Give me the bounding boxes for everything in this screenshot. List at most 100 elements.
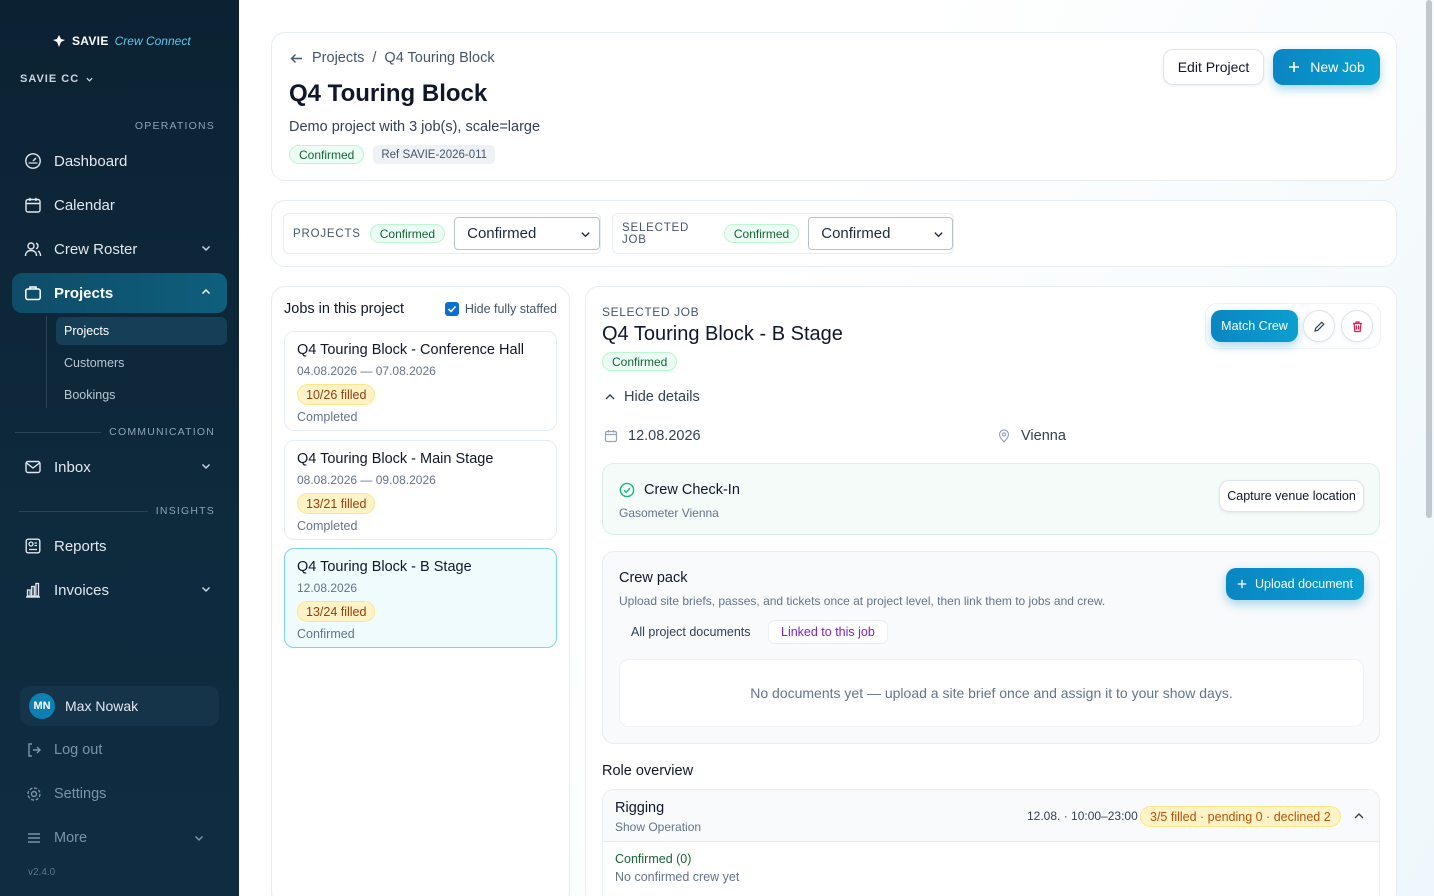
job-dates: 04.08.2026 — 07.08.2026: [297, 364, 436, 378]
filter-bar: PROJECTS Confirmed Confirmed SELECTED JO…: [271, 200, 1397, 267]
breadcrumb-current: Q4 Touring Block: [384, 50, 495, 66]
inbox-icon: [24, 458, 42, 476]
check-circle-icon: [619, 482, 635, 498]
user-menu[interactable]: MN Max Nowak: [20, 686, 219, 726]
new-job-label: New Job: [1310, 59, 1365, 75]
chevron-down-icon: [201, 463, 211, 470]
sidebar-item-projects[interactable]: Projects: [12, 273, 227, 313]
settings-button[interactable]: Settings: [26, 786, 216, 802]
jobs-panel: Jobs in this project Hide fully staffed …: [271, 286, 570, 896]
new-job-button[interactable]: New Job: [1273, 49, 1380, 85]
status-badge: Confirmed: [289, 145, 365, 164]
crew-pack-card: Crew pack Upload site briefs, passes, an…: [602, 551, 1380, 744]
bar-chart-icon: [24, 581, 42, 599]
role-header[interactable]: Rigging Show Operation 12.08. · 10:00–23…: [603, 790, 1379, 842]
sidebar-item-inbox[interactable]: Inbox: [12, 447, 227, 487]
job-title: Q4 Touring Block - Main Stage: [297, 451, 494, 467]
sidebar-item-label: Dashboard: [54, 152, 128, 170]
ref-tag: Ref SAVIE-2026-011: [373, 145, 496, 164]
chevron-down-icon: [201, 245, 211, 252]
project-description: Demo project with 3 job(s), scale=large: [289, 119, 541, 135]
edit-job-button[interactable]: [1303, 310, 1335, 342]
job-dates: 08.08.2026 — 09.08.2026: [297, 473, 436, 487]
chevron-up-icon[interactable]: [1353, 810, 1365, 822]
trash-icon: [1352, 320, 1362, 332]
filter-label: SELECTED JOB: [622, 221, 690, 246]
sidebar-item-reports[interactable]: Reports: [12, 526, 227, 566]
hide-fully-staffed-toggle[interactable]: Hide fully staffed: [444, 302, 557, 316]
section-label: OPERATIONS: [134, 120, 215, 132]
checkin-heading: Crew Check-In: [619, 482, 740, 498]
page-title: Q4 Touring Block: [289, 80, 488, 107]
brand-logo[interactable]: SAVIE Crew Connect: [52, 34, 191, 48]
capture-venue-location-button[interactable]: Capture venue location: [1219, 480, 1364, 512]
calendar-icon: [604, 430, 618, 443]
documents-empty-state: No documents yet — upload a site brief o…: [619, 659, 1364, 727]
job-status-select[interactable]: Confirmed: [808, 217, 953, 250]
section-operations: OPERATIONS: [135, 120, 215, 132]
sidebar-item-calendar[interactable]: Calendar: [12, 185, 227, 225]
tab-linked-to-this-job[interactable]: Linked to this job: [768, 620, 888, 644]
edit-project-button[interactable]: Edit Project: [1163, 49, 1264, 85]
sidebar: SAVIE Crew Connect SAVIE CC OPERATIONS D…: [0, 0, 239, 896]
job-detail-panel: SELECTED JOB Q4 Touring Block - B Stage …: [585, 286, 1397, 896]
role-fill-summary: 3/5 filled · pending 0 · declined 2: [1140, 806, 1341, 827]
submenu-line: [46, 316, 47, 408]
chevron-up-icon: [605, 394, 615, 400]
checkbox[interactable]: [444, 302, 459, 316]
sidebar-item-crew-roster[interactable]: Crew Roster: [12, 229, 227, 269]
status-badge: Confirmed: [602, 352, 678, 371]
role-name: Rigging: [615, 800, 665, 816]
job-status: Confirmed: [297, 627, 355, 641]
sidebar-item-label: Crew Roster: [54, 240, 138, 258]
subitem-projects[interactable]: Projects: [56, 317, 227, 345]
dashboard-icon: [24, 152, 42, 170]
job-card-selected[interactable]: Q4 Touring Block - B Stage 12.08.2026 13…: [284, 548, 557, 648]
plus-icon: [1289, 62, 1300, 72]
job-status: Completed: [297, 519, 358, 533]
match-crew-button[interactable]: Match Crew: [1211, 310, 1298, 342]
check-icon: [447, 305, 456, 313]
subitem-bookings[interactable]: Bookings: [56, 381, 227, 409]
job-card[interactable]: Q4 Touring Block - Main Stage 08.08.2026…: [284, 440, 557, 540]
org-name: SAVIE CC: [20, 73, 80, 85]
job-title: Q4 Touring Block - Conference Hall: [297, 342, 525, 358]
toggle-details[interactable]: Hide details: [604, 389, 700, 405]
brand-name: SAVIE: [72, 34, 109, 48]
job-date: 12.08.2026: [604, 428, 701, 444]
chevron-down-icon: [201, 586, 211, 593]
main-content: Projects / Q4 Touring Block Q4 Touring B…: [239, 0, 1434, 896]
pencil-icon: [1313, 320, 1325, 332]
sidebar-item-dashboard[interactable]: Dashboard: [12, 141, 227, 181]
job-card[interactable]: Q4 Touring Block - Conference Hall 04.08…: [284, 331, 557, 431]
detail-eyebrow: SELECTED JOB: [602, 305, 700, 319]
scrollbar-thumb[interactable]: [1426, 0, 1432, 518]
job-dates: 12.08.2026: [297, 581, 358, 595]
delete-job-button[interactable]: [1341, 310, 1373, 342]
upload-document-button[interactable]: Upload document: [1226, 568, 1364, 600]
tab-all-project-documents[interactable]: All project documents: [619, 620, 763, 644]
sidebar-item-label: Inbox: [54, 458, 91, 476]
no-confirmed-crew: No confirmed crew yet: [615, 870, 740, 884]
projects-status-select[interactable]: Confirmed: [454, 217, 600, 250]
avatar: MN: [29, 693, 55, 719]
job-status: Completed: [297, 410, 358, 424]
user-name: Max Nowak: [65, 698, 139, 714]
subitem-customers[interactable]: Customers: [56, 349, 227, 377]
job-location: Vienna: [997, 428, 1066, 444]
project-header: Projects / Q4 Touring Block Q4 Touring B…: [271, 32, 1397, 181]
sidebar-item-label: Calendar: [54, 196, 115, 214]
chevron-up-icon: [201, 288, 211, 295]
more-label: More: [54, 830, 88, 846]
logout-button[interactable]: Log out: [26, 742, 216, 758]
app-version: v2.4.0: [28, 867, 56, 878]
crew-checkin-card: Crew Check-In Gasometer Vienna Capture v…: [602, 463, 1380, 535]
logout-label: Log out: [54, 742, 103, 758]
sidebar-item-label: Projects: [54, 284, 114, 302]
more-button[interactable]: More: [26, 830, 216, 846]
arrow-left-icon[interactable]: [289, 51, 304, 66]
breadcrumb-parent[interactable]: Projects: [312, 50, 364, 66]
sidebar-item-invoices[interactable]: Invoices: [12, 570, 227, 610]
checkin-venue: Gasometer Vienna: [619, 506, 719, 520]
org-switcher[interactable]: SAVIE CC: [20, 73, 94, 85]
